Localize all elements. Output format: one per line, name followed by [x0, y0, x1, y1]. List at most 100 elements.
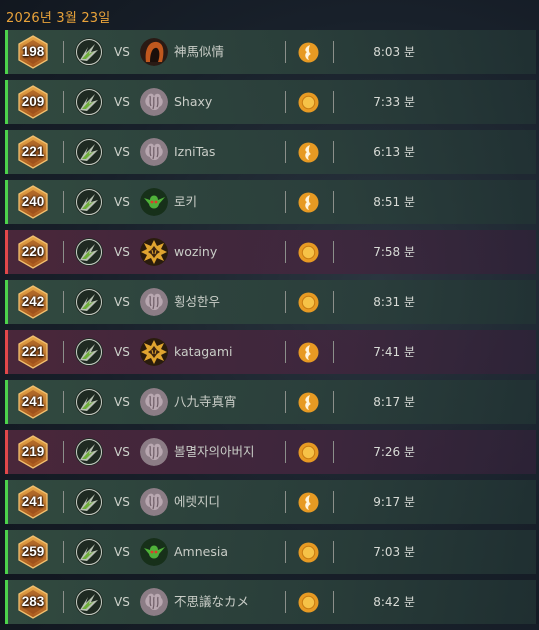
divider	[63, 291, 64, 313]
match-row[interactable]: 198 VS 神馬似情 8:03 분	[5, 30, 536, 74]
match-row[interactable]: 219 VS 볼멸자의아버지 7:26 분	[5, 430, 536, 474]
rating-badge: 241	[17, 485, 49, 519]
opponent-brain-icon	[140, 488, 168, 516]
player-hero-icon	[75, 538, 103, 566]
opponent-name[interactable]: 不思議なカメ	[174, 580, 249, 624]
rating-badge: 221	[17, 335, 49, 369]
rating-value: 259	[21, 544, 45, 559]
result-indicator-win	[5, 130, 8, 174]
rating-badge: 242	[17, 285, 49, 319]
rating-badge: 240	[17, 185, 49, 219]
match-row[interactable]: 241 VS 八九寺真宵 8:17 분	[5, 380, 536, 424]
match-row[interactable]: 241 VS 에렛지디 9:17 분	[5, 480, 536, 524]
match-duration: 8:51 분	[373, 195, 415, 209]
opponent-name[interactable]: woziny	[174, 230, 217, 274]
opponent-name[interactable]: Amnesia	[174, 530, 228, 574]
opponent-brain-icon	[140, 288, 168, 316]
match-duration: 7:33 분	[373, 95, 415, 109]
match-duration: 7:41 분	[373, 345, 415, 359]
player-hero-icon	[75, 88, 103, 116]
swirl-medal-icon	[298, 342, 319, 363]
result-indicator-loss	[5, 230, 8, 274]
match-row[interactable]: 259 VS Amnesia 7:03 분	[5, 530, 536, 574]
rating-value: 221	[21, 344, 45, 359]
divider	[285, 491, 286, 513]
result-indicator-win	[5, 30, 8, 74]
rating-badge: 219	[17, 435, 49, 469]
opponent-name[interactable]: IzniTas	[174, 130, 215, 174]
swirl-medal-icon	[298, 492, 319, 513]
coin-medal-icon	[298, 92, 319, 113]
rating-badge: 259	[17, 535, 49, 569]
swirl-medal-icon	[298, 142, 319, 163]
match-duration: 8:03 분	[373, 45, 415, 59]
date-header: 2026년 3월 23일	[6, 11, 111, 26]
match-row[interactable]: 221 VS katagami 7:41 분	[5, 330, 536, 374]
divider	[63, 191, 64, 213]
divider	[333, 241, 334, 263]
match-duration: 8:31 분	[373, 295, 415, 309]
vs-label: VS	[114, 45, 130, 59]
match-row[interactable]: 209 VS Shaxy 7:33 분	[5, 80, 536, 124]
match-duration: 7:58 분	[373, 245, 415, 259]
opponent-name[interactable]: katagami	[174, 330, 232, 374]
opponent-brain-icon	[140, 588, 168, 616]
divider	[63, 491, 64, 513]
vs-label: VS	[114, 245, 130, 259]
divider	[63, 541, 64, 563]
vs-label: VS	[114, 445, 130, 459]
opponent-name[interactable]: 에렛지디	[174, 480, 220, 524]
opponent-name[interactable]: 八九寺真宵	[174, 380, 237, 424]
opponent-name[interactable]: 로키	[174, 180, 197, 224]
divider	[333, 41, 334, 63]
player-hero-icon	[75, 338, 103, 366]
match-row[interactable]: 240 VS 로키 8:51 분	[5, 180, 536, 224]
rating-value: 283	[21, 594, 45, 609]
vs-label: VS	[114, 345, 130, 359]
opponent-name[interactable]: Shaxy	[174, 80, 212, 124]
rating-badge: 209	[17, 85, 49, 119]
coin-medal-icon	[298, 442, 319, 463]
divider	[285, 141, 286, 163]
match-row[interactable]: 283 VS 不思議なカメ 8:42 분	[5, 580, 536, 624]
rating-value: 241	[21, 394, 45, 409]
match-duration: 6:13 분	[373, 145, 415, 159]
opponent-spiky-icon	[140, 338, 168, 366]
match-row[interactable]: 242 VS 횡성한우 8:31 분	[5, 280, 536, 324]
divider	[285, 41, 286, 63]
vs-label: VS	[114, 145, 130, 159]
rating-badge: 283	[17, 585, 49, 619]
vs-label: VS	[114, 95, 130, 109]
match-row[interactable]: 221 VS IzniTas 6:13 분	[5, 130, 536, 174]
match-row[interactable]: 220 VS woziny 7:58 분	[5, 230, 536, 274]
rating-value: 240	[21, 194, 45, 209]
rating-value: 219	[21, 444, 45, 459]
result-indicator-loss	[5, 430, 8, 474]
vs-label: VS	[114, 545, 130, 559]
opponent-name[interactable]: 횡성한우	[174, 280, 220, 324]
rating-value: 209	[21, 94, 45, 109]
divider	[63, 391, 64, 413]
opponent-spiky-icon	[140, 238, 168, 266]
divider	[333, 391, 334, 413]
match-duration: 7:03 분	[373, 545, 415, 559]
rating-value: 220	[21, 244, 45, 259]
result-indicator-win	[5, 180, 8, 224]
rating-badge: 221	[17, 135, 49, 169]
opponent-hooded-icon	[140, 38, 168, 66]
match-duration: 8:42 분	[373, 595, 415, 609]
divider	[285, 341, 286, 363]
divider	[285, 391, 286, 413]
divider	[333, 441, 334, 463]
result-indicator-win	[5, 580, 8, 624]
opponent-name[interactable]: 볼멸자의아버지	[174, 430, 255, 474]
player-hero-icon	[75, 288, 103, 316]
opponent-brain-icon	[140, 388, 168, 416]
vs-label: VS	[114, 495, 130, 509]
divider	[333, 491, 334, 513]
coin-medal-icon	[298, 242, 319, 263]
divider	[333, 341, 334, 363]
opponent-name[interactable]: 神馬似情	[174, 30, 224, 74]
divider	[63, 241, 64, 263]
match-duration: 7:26 분	[373, 445, 415, 459]
